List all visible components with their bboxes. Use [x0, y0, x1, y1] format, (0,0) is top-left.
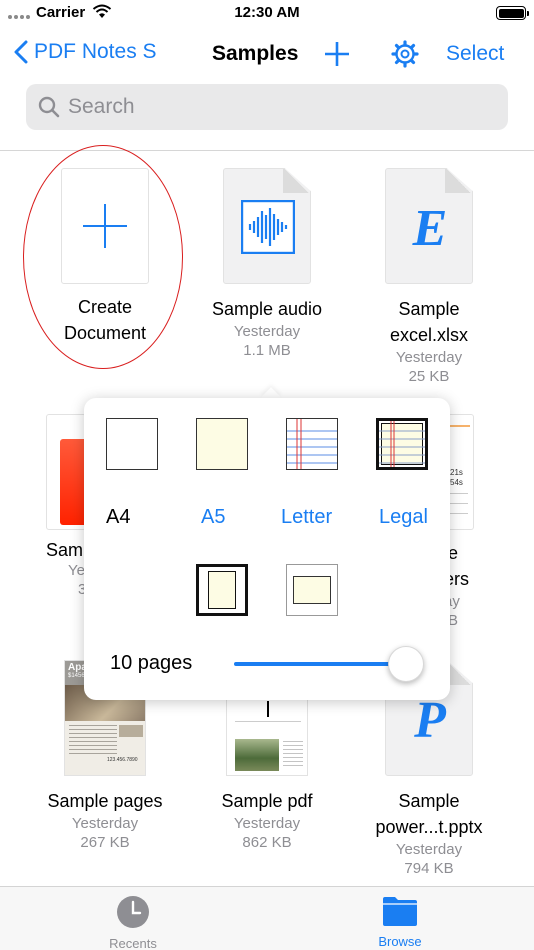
chevron-left-icon — [14, 40, 28, 64]
legal-paper-icon — [379, 421, 425, 467]
battery-icon — [496, 6, 529, 20]
tab-bar: Recents Browse — [0, 886, 534, 950]
item-name: Sample power...t.pptx — [375, 791, 483, 837]
back-button-label: PDF Notes S — [34, 40, 157, 63]
page-title: Samples — [212, 42, 299, 65]
plus-icon — [325, 42, 349, 66]
size-option-a4[interactable]: A4 — [106, 506, 130, 529]
ruled-paper-icon — [287, 419, 337, 469]
excel-file-thumbnail: E — [385, 168, 473, 284]
landscape-orientation-option[interactable] — [286, 564, 338, 616]
item-date: Yesterday — [71, 815, 139, 832]
page-count-label: 10 pages — [110, 652, 193, 674]
numbers-file-thumbnail: 21s 54s — [448, 414, 474, 530]
search-placeholder: Search — [68, 95, 135, 118]
tab-recents-label: Recents — [109, 936, 157, 950]
add-button[interactable] — [323, 40, 351, 73]
item-name: Sample audio — [211, 299, 323, 319]
portrait-orientation-option[interactable] — [196, 564, 248, 616]
keynote-file-thumbnail — [46, 414, 86, 530]
numbers-time-2: 54s — [450, 478, 463, 487]
landscape-page-icon — [293, 576, 331, 604]
legal-ruled-paper-option[interactable] — [376, 418, 428, 470]
search-icon — [38, 96, 60, 118]
item-size: 1.1 MB — [243, 342, 291, 359]
portrait-page-icon — [208, 571, 236, 609]
file-item-sample-audio[interactable]: Sample audio Yesterday 1.1 MB — [178, 168, 356, 360]
item-date: Yesterday — [233, 815, 301, 832]
tab-recents[interactable]: Recents — [73, 895, 193, 950]
item-name: Sample pdf — [221, 791, 313, 811]
item-size: 862 KB — [242, 834, 292, 851]
select-button[interactable]: Select — [446, 42, 504, 66]
search-input[interactable]: Search — [26, 84, 508, 130]
back-button[interactable]: PDF Notes S — [14, 40, 157, 64]
clock: 12:30 AM — [234, 4, 300, 21]
file-item-sample-excel[interactable]: E Sample excel.xlsx Yesterday 25 KB — [340, 168, 518, 386]
item-name: Sample excel.xlsx — [389, 299, 469, 345]
tab-browse[interactable]: Browse — [340, 895, 460, 949]
item-size: 267 KB — [80, 834, 130, 851]
a4-blank-paper-option[interactable] — [106, 418, 158, 470]
letter-ruled-paper-option[interactable] — [286, 418, 338, 470]
item-size: B — [448, 612, 459, 629]
status-bar: Carrier 12:30 AM — [0, 0, 534, 28]
item-size: 25 KB — [408, 368, 450, 385]
item-date: Yesterday — [395, 841, 463, 858]
pages-price-text: $1456 — [68, 673, 85, 679]
tab-browse-label: Browse — [378, 934, 422, 949]
page-size-popover: A4 A5 Letter Legal 10 pages — [84, 398, 450, 700]
audio-file-thumbnail — [223, 168, 311, 284]
page-count-slider-thumb[interactable] — [388, 646, 424, 682]
waveform-icon — [241, 200, 295, 254]
item-size: 794 KB — [404, 860, 454, 877]
excel-letter-icon: E — [412, 200, 448, 257]
folder-icon — [383, 897, 417, 926]
numbers-time-1: 21s — [450, 468, 463, 477]
pages-phone-text: 123.456.7890 — [107, 757, 138, 763]
size-option-legal[interactable]: Legal — [379, 506, 428, 529]
settings-button[interactable] — [391, 40, 419, 73]
size-option-letter[interactable]: Letter — [281, 506, 332, 529]
file-item-partial-right[interactable]: 21s 54s le ers ay B — [444, 414, 478, 630]
clock-icon — [117, 896, 149, 928]
item-date: Yesterday — [395, 349, 463, 366]
annotation-circle — [23, 145, 183, 369]
item-date: Yesterday — [233, 323, 301, 340]
gear-icon — [391, 40, 419, 68]
a5-yellow-paper-option[interactable] — [196, 418, 248, 470]
page-count-slider-track[interactable] — [234, 662, 404, 666]
item-name: Sample pages — [47, 791, 163, 811]
navigation-bar: PDF Notes S Samples Select — [0, 30, 534, 80]
size-option-a5[interactable]: A5 — [201, 506, 225, 529]
